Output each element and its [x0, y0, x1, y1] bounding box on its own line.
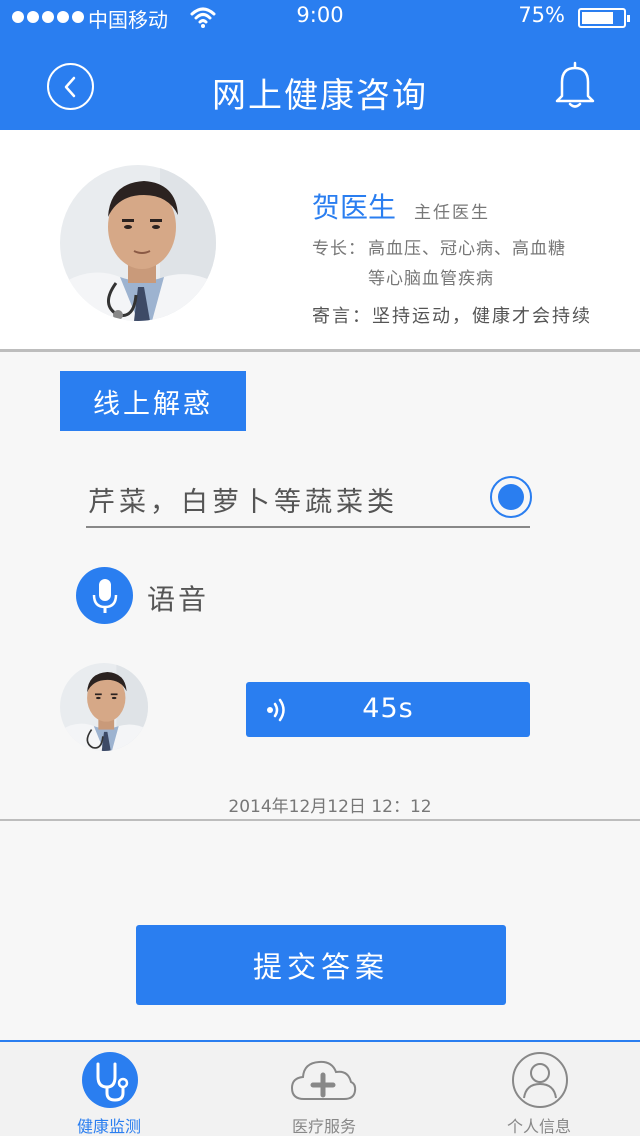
- specialty-text: 高血压、冠心病、高血糖: [368, 239, 566, 259]
- battery-icon: [578, 8, 630, 28]
- message-timestamp: 2014年12月12日 12：12: [228, 797, 432, 817]
- voice-duration: 45s: [362, 693, 414, 724]
- cloud-medical-icon: [290, 1060, 357, 1100]
- divider: [0, 819, 640, 821]
- tab-health-monitor[interactable]: 健康监测: [29, 1042, 189, 1136]
- specialty-label: 专长：: [312, 239, 366, 259]
- section-tag: 线上解惑: [60, 371, 246, 431]
- voice-message-bubble[interactable]: 45s: [246, 682, 530, 737]
- specialty-text-continued: 等心脑血管疾病: [368, 269, 494, 289]
- doctor-name: 贺医生: [312, 191, 397, 224]
- submit-answer-button[interactable]: 提交答案: [136, 925, 506, 1005]
- answer-select-radio[interactable]: [490, 476, 532, 518]
- bell-icon[interactable]: [552, 60, 598, 110]
- tab-label: 医疗服务: [291, 1117, 356, 1136]
- voice-label: 语音: [147, 583, 210, 616]
- voice-input-button[interactable]: [76, 567, 133, 624]
- doctor-title: 主任医生: [414, 203, 490, 223]
- tab-medical-service[interactable]: 医疗服务: [244, 1042, 404, 1136]
- answer-input-value: 芹菜，白萝卜等蔬菜类: [88, 487, 398, 518]
- header: 中国移动 9:00 75% 网上健康咨询: [0, 0, 640, 130]
- doctor-motto: 寄言：坚持运动，健康才会持续: [312, 306, 592, 327]
- status-bar: 中国移动 9:00 75%: [0, 0, 640, 34]
- battery-percentage: 75%: [518, 3, 565, 27]
- doctor-avatar: [60, 165, 216, 321]
- doctor-card: 贺医生 主任医生 专长： 高血压、冠心病、高血糖 等心脑血管疾病 寄言：坚持运动…: [0, 130, 640, 352]
- tab-bar: 健康监测 医疗服务 个人信息: [0, 1040, 640, 1136]
- person-icon: [512, 1052, 568, 1108]
- doctor-reply-avatar: [60, 663, 148, 751]
- answer-input[interactable]: 芹菜，白萝卜等蔬菜类: [86, 470, 532, 528]
- tab-personal-info[interactable]: 个人信息: [459, 1042, 619, 1136]
- tab-label: 个人信息: [506, 1117, 571, 1136]
- stethoscope-icon: [82, 1052, 138, 1108]
- microphone-icon: [92, 578, 117, 613]
- tab-label: 健康监测: [76, 1117, 141, 1136]
- page-title: 网上健康咨询: [212, 76, 428, 116]
